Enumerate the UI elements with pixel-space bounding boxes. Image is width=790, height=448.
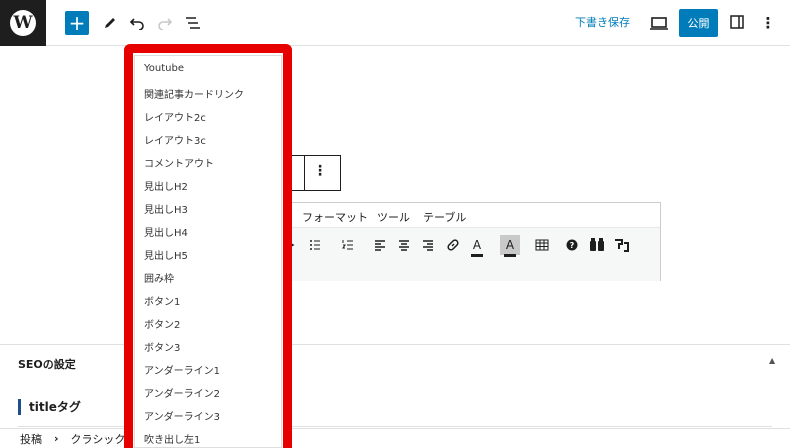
add-block-button[interactable]: + <box>65 11 89 35</box>
dropdown-item-comment-out[interactable]: コメントアウト <box>144 155 214 170</box>
menu-tools[interactable]: ツール <box>377 209 410 225</box>
publish-button[interactable]: 公開 <box>679 9 718 37</box>
dropdown-item-box[interactable]: 囲み枠 <box>144 270 174 285</box>
background-color-button[interactable]: A <box>500 235 520 257</box>
breadcrumb: 投稿 › クラシック <box>0 428 790 448</box>
seo-panel-title[interactable]: SEOの設定 <box>18 356 76 372</box>
toolbar-divider <box>304 156 305 190</box>
binoculars-icon <box>590 238 604 251</box>
text-color-icon: A <box>472 238 482 252</box>
dropdown-item-heading-h5[interactable]: 見出しH5 <box>144 247 188 262</box>
list-view-icon <box>186 17 200 29</box>
undo-icon <box>129 18 144 30</box>
undo-button[interactable] <box>125 11 149 35</box>
editor-top-toolbar: W + 下書き保存 公開 ⋮ <box>0 0 790 46</box>
save-draft-button[interactable]: 下書き保存 <box>575 14 630 30</box>
dropdown-item-layout-3c[interactable]: レイアウト3c <box>144 132 206 147</box>
document-overview-button[interactable] <box>181 11 205 35</box>
text-color-swatch <box>471 254 483 257</box>
table-button[interactable] <box>532 235 552 255</box>
settings-sidebar-button[interactable] <box>729 14 745 30</box>
breadcrumb-separator: › <box>54 432 59 445</box>
redo-button[interactable] <box>153 11 177 35</box>
dropdown-item-heading-h3[interactable]: 見出しH3 <box>144 201 188 216</box>
dropdown-item-related-link[interactable]: 関連記事カードリンク <box>144 86 244 101</box>
sidebar-icon <box>730 15 744 29</box>
classic-toolbar: A A ? <box>241 227 660 281</box>
align-left-icon <box>375 240 385 251</box>
dropdown-item-button-3[interactable]: ボタン3 <box>144 339 180 354</box>
wordpress-logo-button[interactable]: W <box>0 0 46 46</box>
dropdown-item-heading-h2[interactable]: 見出しH2 <box>144 178 188 193</box>
collapse-caret-icon[interactable]: ▲ <box>769 356 775 365</box>
dropdown-item-underline-2[interactable]: アンダーライン2 <box>144 385 220 400</box>
wordpress-logo-icon: W <box>10 10 36 36</box>
help-icon: ? <box>566 239 578 251</box>
dropdown-item-layout-2c[interactable]: レイアウト2c <box>144 109 206 124</box>
menu-format[interactable]: フォーマット <box>302 209 368 225</box>
bullet-list-button[interactable] <box>305 235 325 255</box>
background-color-icon: A <box>505 238 515 252</box>
align-right-button[interactable] <box>418 235 438 255</box>
help-button[interactable]: ? <box>562 235 582 255</box>
format-dropdown-menu: Youtube 関連記事カードリンク レイアウト2c レイアウト3c コメントア… <box>134 55 282 448</box>
code-icon <box>615 239 629 252</box>
preview-button[interactable] <box>648 12 670 34</box>
dropdown-item-speech-bubble-left-1[interactable]: 吹き出し左1 <box>144 431 200 446</box>
title-tag-heading: titleタグ <box>18 399 81 415</box>
laptop-icon <box>650 17 668 30</box>
classic-editor-block: フォーマット ツール テーブル A A ? <box>240 202 661 281</box>
link-icon <box>447 239 459 251</box>
breadcrumb-item-post[interactable]: 投稿 <box>20 431 42 447</box>
source-code-button[interactable] <box>612 235 632 255</box>
options-menu-button[interactable]: ⋮ <box>760 12 776 34</box>
align-center-button[interactable] <box>394 235 414 255</box>
redo-icon <box>158 18 173 30</box>
pencil-icon <box>105 18 115 28</box>
numbered-list-button[interactable] <box>338 235 358 255</box>
align-left-button[interactable] <box>370 235 390 255</box>
numbered-list-icon <box>342 240 353 250</box>
tools-pencil-button[interactable] <box>98 11 122 35</box>
dropdown-item-heading-h4[interactable]: 見出しH4 <box>144 224 188 239</box>
dropdown-item-underline-1[interactable]: アンダーライン1 <box>144 362 220 377</box>
text-color-button[interactable]: A <box>467 235 487 257</box>
align-right-icon <box>423 240 433 251</box>
align-center-icon <box>399 240 409 251</box>
dropdown-item-youtube[interactable]: Youtube <box>144 63 184 74</box>
block-options-button[interactable]: ⋮ <box>313 163 327 179</box>
classic-menubar: フォーマット ツール テーブル <box>241 203 660 227</box>
find-replace-button[interactable] <box>587 235 607 255</box>
menu-table[interactable]: テーブル <box>423 209 466 225</box>
table-icon <box>535 239 549 251</box>
dropdown-item-button-1[interactable]: ボタン1 <box>144 293 180 308</box>
insert-link-button[interactable] <box>443 235 463 255</box>
bullet-list-icon <box>310 240 320 250</box>
breadcrumb-item-classic[interactable]: クラシック <box>71 431 126 447</box>
dropdown-item-button-2[interactable]: ボタン2 <box>144 316 180 331</box>
svg-text:?: ? <box>570 241 575 250</box>
dropdown-item-underline-3[interactable]: アンダーライン3 <box>144 408 220 423</box>
background-color-swatch <box>504 254 516 257</box>
